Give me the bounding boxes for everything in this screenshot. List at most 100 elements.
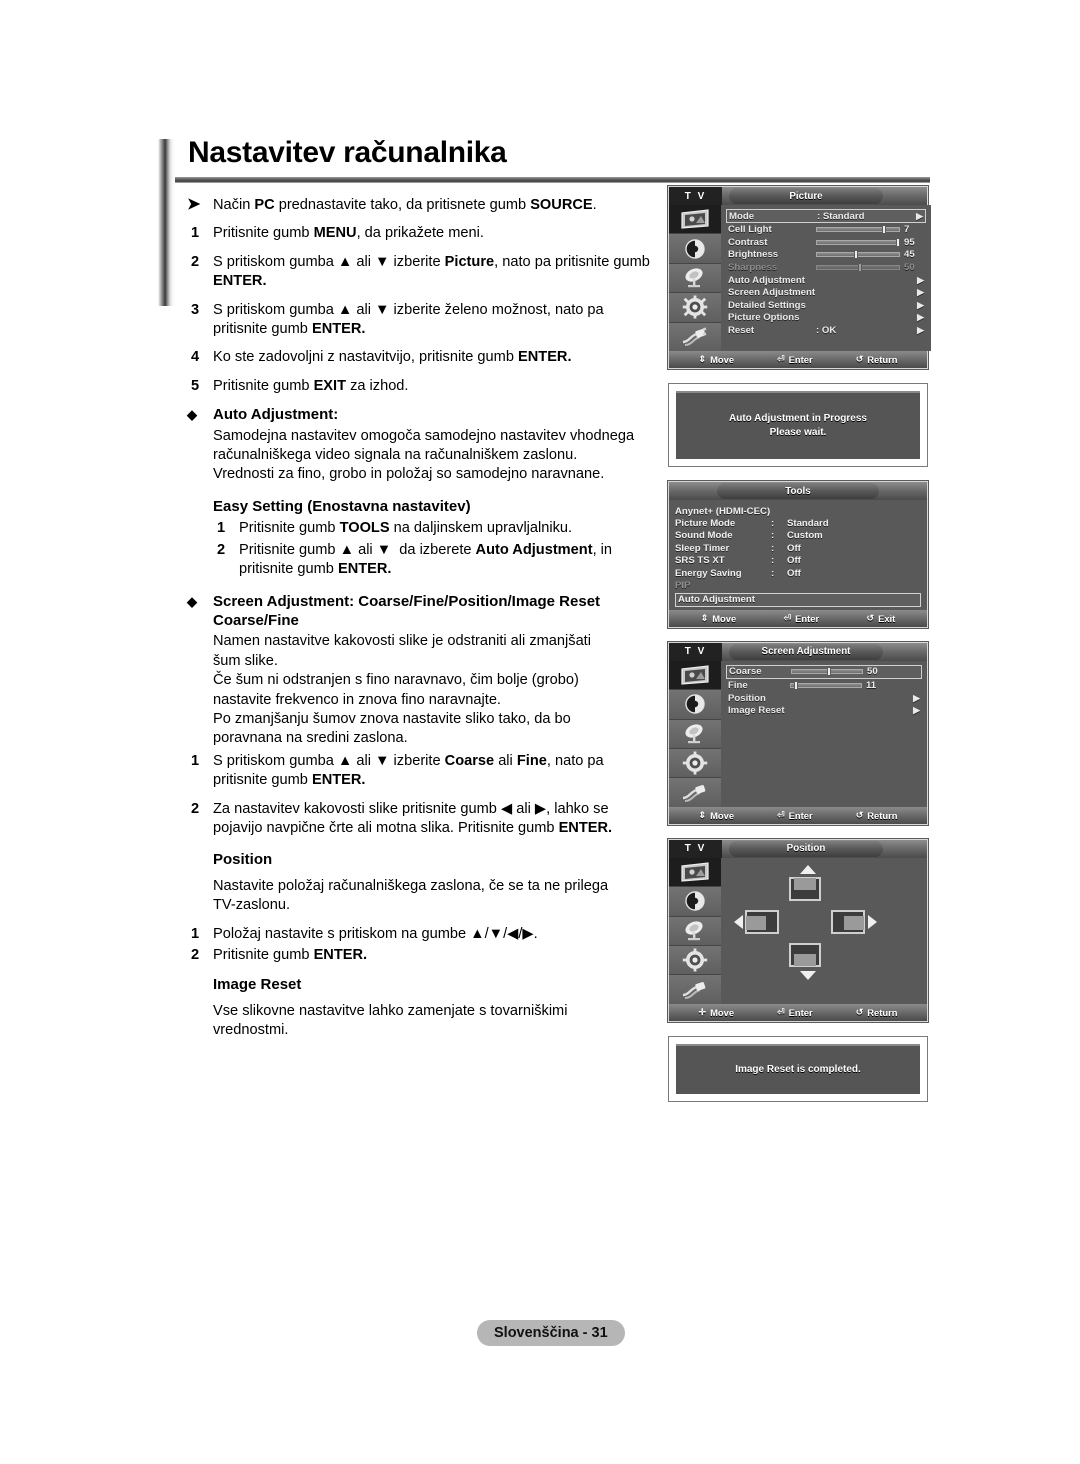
rail-item-sound[interactable] xyxy=(669,887,721,917)
menu-row-position[interactable]: Position ▶ xyxy=(726,692,922,705)
contrast-slider[interactable] xyxy=(816,237,900,247)
message-body: Image Reset is completed. xyxy=(676,1043,920,1094)
osd-header: T V Screen Adjustment xyxy=(669,642,927,661)
rail-item-channel[interactable] xyxy=(669,719,721,749)
return-arrow-icon: ↺ xyxy=(866,612,875,623)
body-line: Če šum ni odstranjen s fino naravnavo, č… xyxy=(213,672,579,689)
body-line: Nastavite položaj računalniškega zaslona… xyxy=(213,877,609,894)
rail-item-setup[interactable] xyxy=(669,293,721,323)
menu-value: 95 xyxy=(904,236,915,248)
hint-enter: ⏎ Enter xyxy=(783,612,820,624)
colon: : xyxy=(771,555,775,567)
left-arrow-icon xyxy=(734,914,743,929)
step-row: 2 S pritiskom gumba ▲ ali ▼ izberite Pic… xyxy=(175,253,655,292)
menu-row-sharpness: Sharpness 50 xyxy=(726,261,926,274)
menu-label: Detailed Settings xyxy=(728,299,806,311)
enter-key-icon: ⏎ xyxy=(777,809,785,820)
move-right-target[interactable] xyxy=(831,909,865,934)
rail-item-sound[interactable] xyxy=(669,234,721,264)
menu-value: 50 xyxy=(867,666,878,678)
menu-row-contrast[interactable]: Contrast 95 xyxy=(726,236,926,249)
rail-item-setup[interactable] xyxy=(669,748,721,779)
tools-row-anynet[interactable]: Anynet+ (HDMI-CEC) xyxy=(675,505,921,517)
return-arrow-icon: ↺ xyxy=(855,354,864,364)
osd-screen-adjustment-menu: T V Screen Adjustment Coarse 50 Fine 11 … xyxy=(667,640,929,826)
tools-row-sound-mode[interactable]: Sound Mode : Custom xyxy=(675,530,921,542)
auto-adjustment-heading-row: ◆ Auto Adjustment: xyxy=(175,405,655,424)
chevron-right-icon: ▶ xyxy=(917,274,924,285)
step-text: Za nastavitev kakovosti slike pritisnite… xyxy=(213,800,613,836)
setup-icon xyxy=(682,948,708,972)
move-down-target[interactable] xyxy=(789,942,821,967)
step-text: Pritisnite gumb MENU, da prikažete meni. xyxy=(213,225,484,242)
menu-row-fine[interactable]: Fine 11 xyxy=(726,679,922,692)
fine-slider[interactable] xyxy=(790,680,862,690)
tools-row-picture-mode[interactable]: Picture Mode : Standard xyxy=(675,517,921,529)
screen-adjustment-heading-line1: Screen Adjustment: Coarse/Fine/Position/… xyxy=(213,592,601,610)
right-arrow-icon xyxy=(868,914,877,929)
rail-item-channel[interactable] xyxy=(669,916,721,946)
menu-row-reset[interactable]: Reset : OK ▶ xyxy=(726,324,926,337)
tools-label: Auto Adjustment xyxy=(678,594,755,606)
menu-value: 50 xyxy=(904,261,915,273)
menu-row-cell-light[interactable]: Cell Light 7 xyxy=(726,223,926,236)
channel-icon xyxy=(685,268,703,288)
rail-item-picture[interactable] xyxy=(669,660,721,691)
tools-row-srs-ts-xt[interactable]: SRS TS XT : Off xyxy=(675,555,921,567)
rail-item-input[interactable] xyxy=(669,975,721,1004)
rail-item-channel[interactable] xyxy=(669,263,721,294)
cell-light-slider[interactable] xyxy=(816,225,900,235)
screen-adjustment-heading-row: ◆ Screen Adjustment: Coarse/Fine/Positio… xyxy=(175,592,655,631)
step-text: Položaj nastavite s pritiskom na gumbe ▲… xyxy=(213,925,538,942)
osd-menu-list: Mode : Standard ▶ Cell Light 7 Contrast … xyxy=(721,205,931,351)
rail-item-picture[interactable] xyxy=(669,857,721,888)
updown-arrows-icon: ⇕ xyxy=(700,612,709,623)
step-text: Pritisnite gumb TOOLS na daljinskem upra… xyxy=(239,520,573,537)
screen-adjustment-body: Namen nastavitve kakovosti slike je odst… xyxy=(213,632,655,748)
step-text: Pritisnite gumb ▲ ali ▼ da izberete Auto… xyxy=(239,541,613,578)
menu-row-detailed-settings[interactable]: Detailed Settings ▶ xyxy=(726,299,926,312)
message-line1: Image Reset is completed. xyxy=(735,1063,861,1075)
easy-step-row: 1 Pritisnite gumb TOOLS na daljinskem up… xyxy=(213,519,655,538)
osd-hint-bar: ⇕ Move ⏎ Enter ↺ Return xyxy=(669,351,927,368)
image-reset-heading: Image Reset xyxy=(213,976,302,994)
rail-item-setup[interactable] xyxy=(669,945,721,976)
tools-row-pip[interactable]: PIP xyxy=(675,579,921,591)
instructions-column: ➤ Način PC prednastavite tako, da pritis… xyxy=(175,196,655,1041)
brightness-slider[interactable] xyxy=(816,250,900,260)
osd-body: Coarse 50 Fine 11 Position ▶ Image Reset… xyxy=(669,660,927,807)
position-adjust-graphic xyxy=(721,857,927,1004)
picture-icon xyxy=(681,665,709,685)
setup-icon xyxy=(682,295,708,319)
tools-row-sleep-timer[interactable]: Sleep Timer : Off xyxy=(675,542,921,554)
menu-row-coarse[interactable]: Coarse 50 xyxy=(726,664,922,680)
move-left-target[interactable] xyxy=(745,909,779,934)
rail-item-input[interactable] xyxy=(669,322,721,352)
rail-item-input[interactable] xyxy=(669,778,721,807)
hint-move: ✛ Move xyxy=(698,1006,735,1018)
menu-row-brightness[interactable]: Brightness 45 xyxy=(726,249,926,262)
step-row: 1 Pritisnite gumb MENU, da prikažete men… xyxy=(175,224,655,243)
rail-item-sound[interactable] xyxy=(669,690,721,720)
tools-row-energy-saving[interactable]: Energy Saving : Off xyxy=(675,567,921,579)
menu-row-screen-adjustment[interactable]: Screen Adjustment ▶ xyxy=(726,286,926,299)
menu-row-picture-options[interactable]: Picture Options ▶ xyxy=(726,312,926,325)
menu-row-auto-adjustment[interactable]: Auto Adjustment ▶ xyxy=(726,274,926,287)
tools-row-auto-adjustment[interactable]: Auto Adjustment xyxy=(675,592,921,607)
hint-enter: ⏎ Enter xyxy=(777,354,813,365)
title-decoration-bar xyxy=(158,139,175,306)
move-up-target[interactable] xyxy=(789,876,821,901)
sound-icon xyxy=(685,891,705,912)
menu-row-mode[interactable]: Mode : Standard ▶ xyxy=(726,209,926,224)
tools-value: Custom xyxy=(787,530,823,542)
coarse-slider[interactable] xyxy=(791,667,863,677)
menu-label: Contrast xyxy=(728,236,768,248)
menu-row-image-reset[interactable]: Image Reset ▶ xyxy=(726,704,922,717)
body-line: Po zmanjšanju šumov znova nastavite slik… xyxy=(213,710,571,727)
rail-item-picture[interactable] xyxy=(669,205,721,235)
step-number: 3 xyxy=(191,301,200,318)
hint-move: ⇕ Move xyxy=(698,809,735,821)
body-line: vrednostmi. xyxy=(213,1022,289,1039)
osd-image-reset-message: Image Reset is completed. xyxy=(668,1035,928,1102)
body-line: TV-zaslonu. xyxy=(213,897,291,914)
